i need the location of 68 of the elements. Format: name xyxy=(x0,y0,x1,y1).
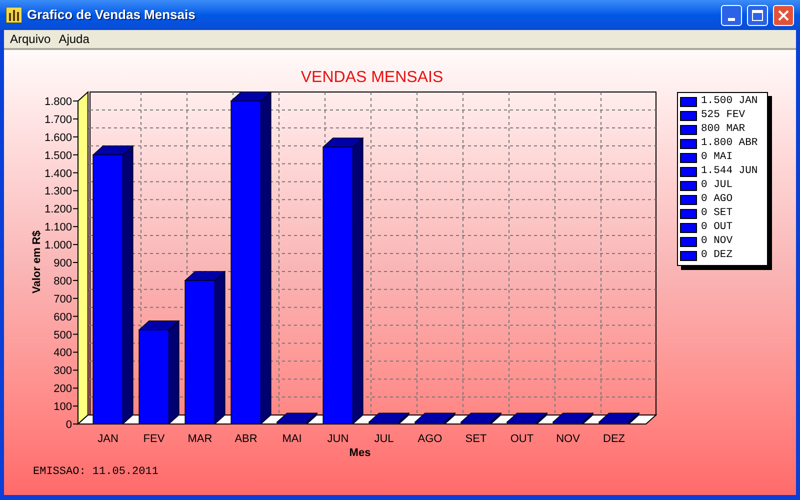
x-tick-label: JUN xyxy=(327,433,349,445)
menu-item[interactable]: Arquivo xyxy=(8,30,53,48)
legend-swatch xyxy=(680,195,697,205)
y-tick-label: 1.400 xyxy=(44,168,72,180)
x-tick-label: MAR xyxy=(188,433,212,445)
legend-swatch xyxy=(680,125,697,135)
y-tick-label: 0 xyxy=(66,419,72,431)
y-tick-label: 600 xyxy=(54,311,72,324)
legend-label: 800 MAR xyxy=(701,122,746,138)
x-tick-label: OUT xyxy=(510,433,534,445)
legend-label: 1.544 JUN xyxy=(701,164,758,180)
legend-swatch xyxy=(680,97,697,107)
legend-swatch xyxy=(680,209,697,219)
y-tick-label: 1.600 xyxy=(44,132,72,144)
legend-label: 0 NOV xyxy=(701,234,733,250)
y-tick-label: 400 xyxy=(54,347,72,360)
legend-swatch xyxy=(680,153,697,163)
y-tick-label: 1.000 xyxy=(44,240,72,252)
y-tick-label: 900 xyxy=(54,258,72,270)
legend-label: 525 FEV xyxy=(701,108,746,124)
x-axis-title: Mes xyxy=(349,447,371,459)
x-tick-label: NOV xyxy=(556,433,580,445)
legend-swatch xyxy=(680,139,697,149)
close-icon xyxy=(778,10,789,20)
legend-label: 0 SET xyxy=(701,206,733,222)
x-tick-label: MAI xyxy=(282,433,302,445)
x-tick-label: AGO xyxy=(418,433,442,445)
x-tick-label: DEZ xyxy=(603,433,625,445)
y-tick-label: 1.800 xyxy=(44,96,72,108)
y-tick-label: 100 xyxy=(54,401,72,414)
y-tick-label: 1.300 xyxy=(44,186,72,198)
emission-date: EMISSAO: 11.05.2011 xyxy=(33,465,158,480)
legend-swatch xyxy=(680,223,697,233)
legend-swatch xyxy=(680,167,697,177)
y-tick-label: 1.100 xyxy=(44,222,72,234)
y-tick-label: 300 xyxy=(54,365,72,378)
x-tick-label: JAN xyxy=(98,433,118,445)
legend-label: 0 OUT xyxy=(701,220,733,236)
maximize-button[interactable] xyxy=(747,4,768,26)
legend-label: 0 DEZ xyxy=(701,248,733,264)
window-title: Grafico de Vendas Mensais xyxy=(27,6,196,24)
legend-swatch xyxy=(680,237,697,247)
x-tick-label: ABR xyxy=(234,433,258,445)
y-tick-label: 1.500 xyxy=(44,150,72,162)
legend-label: 0 JUL xyxy=(701,178,733,194)
x-tick-label: JUL xyxy=(374,433,394,445)
legend-label: 1.800 ABR xyxy=(701,136,758,152)
x-tick-label: SET xyxy=(465,433,487,445)
chart-title: VENDAS MENSAIS xyxy=(300,69,444,86)
y-tick-label: 700 xyxy=(54,293,72,306)
legend-swatch xyxy=(680,181,697,191)
menu-item[interactable]: Ajuda xyxy=(56,30,92,48)
close-button[interactable] xyxy=(773,4,794,26)
legend-swatch xyxy=(680,251,697,261)
maximize-icon xyxy=(752,10,763,20)
y-tick-label: 500 xyxy=(54,329,72,342)
chart-icon xyxy=(6,7,22,23)
y-tick-label: 1.200 xyxy=(44,204,72,216)
legend-swatch xyxy=(680,111,697,121)
y-tick-label: 200 xyxy=(54,383,72,396)
legend-label: 0 MAI xyxy=(701,150,733,166)
y-axis-title: Valor em R$ xyxy=(31,230,43,294)
minimize-button[interactable] xyxy=(721,4,742,26)
y-tick-label: 1.700 xyxy=(44,114,72,126)
legend-label: 0 AGO xyxy=(701,192,733,208)
x-tick-label: FEV xyxy=(143,433,165,445)
y-tick-label: 800 xyxy=(54,275,72,288)
legend-label: 1.500 JAN xyxy=(701,94,758,110)
